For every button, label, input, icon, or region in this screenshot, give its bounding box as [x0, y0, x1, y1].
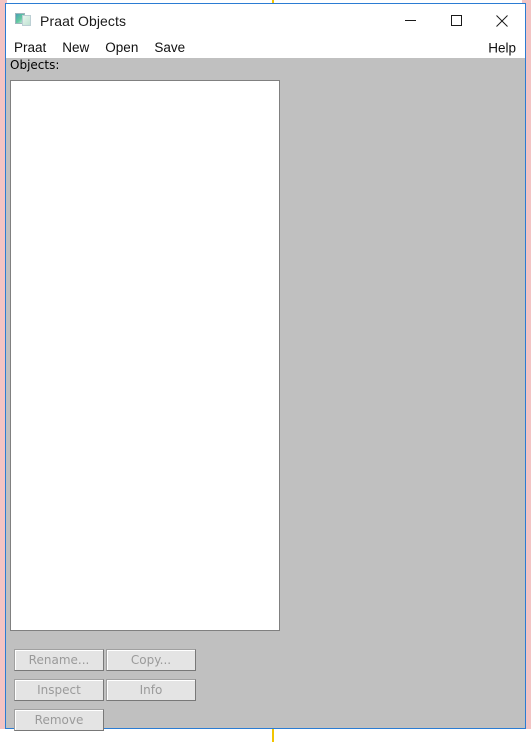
window-controls [387, 4, 525, 37]
menu-bar: Praat New Open Save Help [6, 37, 525, 58]
inspect-button[interactable]: Inspect [14, 679, 104, 701]
close-icon [496, 14, 508, 27]
praat-app-icon [15, 13, 31, 28]
menu-item-help[interactable]: Help [488, 41, 516, 55]
copy-button[interactable]: Copy... [106, 649, 196, 671]
objects-label: Objects: [10, 58, 60, 72]
maximize-button[interactable] [433, 4, 479, 37]
window-title: Praat Objects [40, 12, 127, 29]
menu-item-save[interactable]: Save [154, 41, 185, 55]
info-button[interactable]: Info [106, 679, 196, 701]
praat-objects-window: Praat Objects Praat New Open Save Help O… [5, 3, 526, 731]
remove-button[interactable]: Remove [14, 709, 104, 731]
rename-button[interactable]: Rename... [14, 649, 104, 671]
window-titlebar[interactable]: Praat Objects [6, 4, 525, 37]
window-client-area: Objects: Rename... Copy... Inspect Info … [6, 58, 525, 731]
minimize-button[interactable] [387, 4, 433, 37]
praat-app-icon-square-right [22, 15, 31, 26]
menu-item-new[interactable]: New [62, 41, 89, 55]
menu-item-praat[interactable]: Praat [14, 41, 46, 55]
maximize-icon [450, 15, 462, 26]
backdrop-yellow-marker-bottom [272, 729, 274, 742]
menu-item-open[interactable]: Open [105, 41, 138, 55]
objects-list[interactable] [10, 80, 280, 631]
action-button-group: Rename... Copy... Inspect Info Remove [6, 643, 525, 731]
close-button[interactable] [479, 4, 525, 37]
minimize-icon [404, 20, 416, 21]
